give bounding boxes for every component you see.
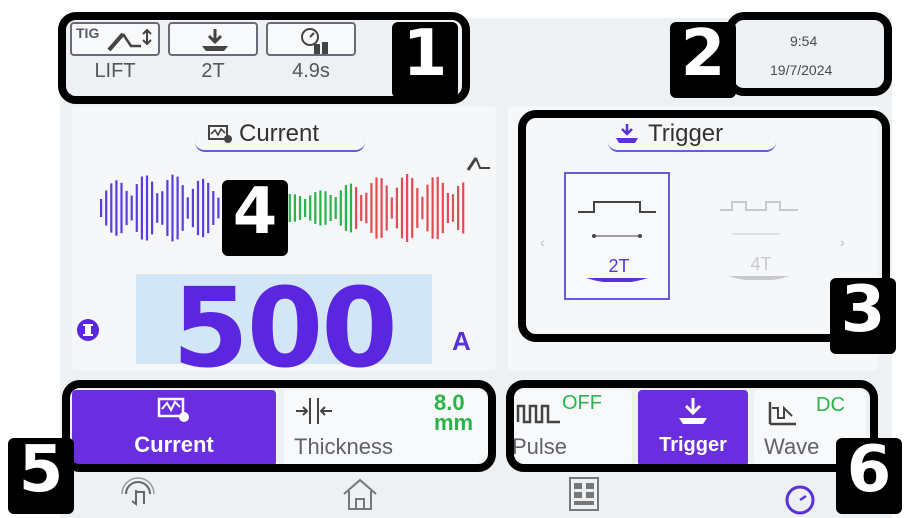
- waveform-bar: [365, 192, 368, 224]
- waveform-bar: [400, 177, 404, 239]
- waveform-bar: [161, 191, 164, 225]
- waveform-bar: [293, 194, 296, 222]
- waveform-bar: [355, 187, 358, 229]
- waveform-bar: [166, 179, 169, 237]
- dial-icon[interactable]: [784, 484, 816, 516]
- waveform-bar: [120, 182, 123, 234]
- waveform-bar: [421, 196, 424, 220]
- waveform-bar: [288, 193, 291, 223]
- waveform-bar: [385, 185, 388, 231]
- waveform-bar: [395, 187, 398, 229]
- waveform-bar: [176, 176, 179, 240]
- waveform-bar: [309, 195, 312, 221]
- waveform-bar: [411, 177, 414, 239]
- callout-number-3: 3: [830, 278, 896, 354]
- waveform-bar: [105, 190, 108, 226]
- waveform-bar: [319, 190, 322, 226]
- waveform-bar: [135, 184, 138, 232]
- waveform-bar: [426, 184, 429, 232]
- waveform-bar: [314, 192, 317, 224]
- waveform-bar: [212, 191, 215, 225]
- waveform-bar: [406, 174, 409, 242]
- current-value: 500: [172, 264, 398, 392]
- waveform-bar: [207, 182, 210, 234]
- callout-number-5: 5: [8, 438, 74, 514]
- waveform-bar: [304, 198, 307, 218]
- callout-number-1: 1: [392, 22, 458, 98]
- menu-grid-icon[interactable]: [564, 476, 604, 512]
- waveform-bar: [151, 181, 154, 235]
- waveform-bar: [334, 196, 337, 220]
- callout-box-2: [726, 12, 892, 96]
- waveform-bar: [360, 194, 363, 222]
- waveform-bar: [451, 194, 455, 222]
- current-value-box[interactable]: 500: [136, 264, 432, 392]
- waveform-bar: [115, 180, 118, 236]
- waveform-bar: [431, 177, 434, 239]
- waveform-bar: [339, 190, 342, 226]
- home-icon[interactable]: [340, 476, 380, 512]
- waveform-bar: [110, 183, 113, 233]
- waveform-bar: [196, 180, 200, 236]
- callout-number-2: 2: [670, 22, 736, 98]
- waveform-bar: [370, 183, 373, 233]
- waveform-bar: [217, 197, 220, 219]
- touch-icon[interactable]: [118, 476, 158, 512]
- waveform-bar: [462, 182, 465, 234]
- waveform-bar: [202, 178, 205, 238]
- waveform-bar: [156, 193, 159, 223]
- waveform-bar: [344, 185, 347, 231]
- waveform-bar: [390, 197, 393, 219]
- waveform-bar: [100, 199, 103, 217]
- waveform-bar: [324, 191, 327, 225]
- waveform-bar: [298, 196, 302, 220]
- waveform-bar: [181, 185, 184, 231]
- current-title: Current: [239, 120, 320, 147]
- waveform-bar: [446, 192, 449, 224]
- waveform-bar: [380, 178, 383, 238]
- callout-box-6: [506, 380, 878, 472]
- current-unit-text: A: [452, 326, 471, 356]
- callout-number-4: 4: [222, 180, 288, 256]
- waveform-bar: [186, 197, 189, 219]
- waveform-bar: [130, 195, 133, 221]
- waveform-bar: [375, 177, 378, 239]
- callout-number-6: 6: [836, 438, 902, 514]
- waveform-bar: [329, 194, 332, 222]
- waveform-bar: [171, 174, 174, 242]
- waveform-bar: [125, 190, 128, 226]
- waveform-bar: [436, 176, 439, 240]
- info-i-icon: [77, 319, 99, 341]
- callout-box-5: [62, 380, 496, 472]
- waveform-bar: [349, 183, 353, 233]
- waveform-bar: [140, 176, 143, 240]
- waveform-bar: [191, 188, 194, 228]
- current-meter-icon: [208, 125, 232, 143]
- waveform-bar: [441, 182, 444, 234]
- current-title-bar: Current: [195, 120, 365, 152]
- waveform-bar: [416, 188, 419, 228]
- waveform-bar: [457, 185, 460, 231]
- current-unit: A: [452, 326, 471, 357]
- waveform-bar: [145, 175, 149, 241]
